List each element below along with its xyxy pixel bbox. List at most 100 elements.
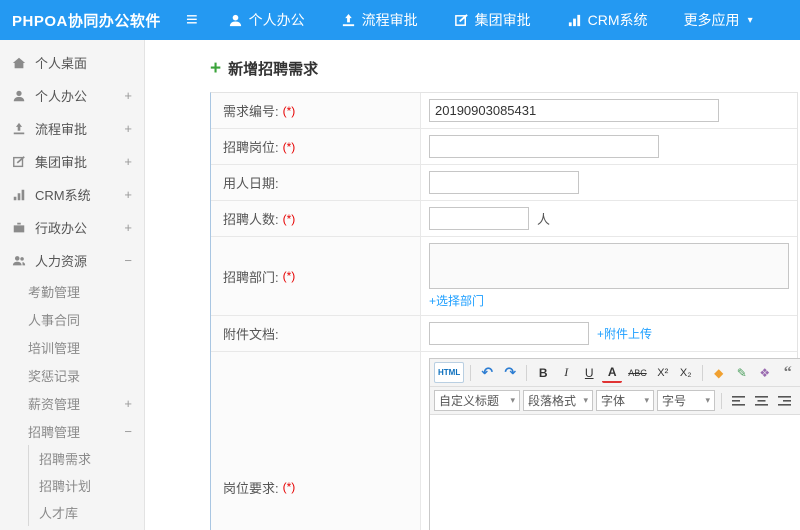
toolbar-separator <box>701 364 703 381</box>
chevron-down-icon: ▾ <box>705 395 710 405</box>
editor-content-area[interactable] <box>430 415 800 530</box>
align-center-icon <box>754 395 768 406</box>
source-code-button[interactable]: HTML <box>434 362 465 383</box>
format-brush-button[interactable]: ✎ <box>732 362 752 383</box>
subscript-button[interactable]: X₂ <box>676 362 696 383</box>
align-left-icon <box>731 395 745 406</box>
form-row-attachment: 附件文档: +附件上传 <box>211 316 797 352</box>
add-icon: + <box>210 57 222 79</box>
department-textarea[interactable] <box>429 243 789 289</box>
app-title: PHPOA协同办公软件 <box>12 12 161 30</box>
redo-button[interactable]: ↷ <box>500 362 520 383</box>
field-label: 用人日期: <box>223 176 279 191</box>
sidebar-item-attendance[interactable]: 考勤管理 <box>0 277 144 305</box>
font-size-select[interactable]: 字号 ▾ <box>657 390 715 411</box>
sidebar-item-rewards[interactable]: 奖惩记录 <box>0 361 144 389</box>
person-icon <box>228 13 243 28</box>
strikethrough-button[interactable]: ABC <box>625 362 650 383</box>
nav-group-approval[interactable]: 集团审批 <box>454 10 531 30</box>
collapse-icon[interactable]: − <box>124 253 132 268</box>
required-mark: (*) <box>282 269 296 283</box>
toolbar-separator <box>721 392 722 409</box>
nav-crm-system[interactable]: CRM系统 <box>567 10 648 30</box>
font-family-select[interactable]: 字体 ▾ <box>596 390 654 411</box>
collapse-icon[interactable]: − <box>124 424 132 439</box>
sidebar-item-recruit-plan[interactable]: 招聘计划 <box>29 472 144 499</box>
expand-icon[interactable]: + <box>124 154 132 169</box>
bold-button[interactable]: B <box>533 362 553 383</box>
upload-tray-icon <box>12 122 26 136</box>
sidebar: 个人桌面 个人办公 + 流程审批 + 集团审批 + CRM系统 + 行政办公 +… <box>0 40 145 530</box>
sidebar-item-training[interactable]: 培训管理 <box>0 333 144 361</box>
headcount-input[interactable] <box>429 207 529 230</box>
chevron-down-icon: ▾ <box>644 395 649 405</box>
sidebar-item-recruit-need[interactable]: 招聘需求 <box>29 445 144 472</box>
field-label: 岗位要求: <box>223 480 279 496</box>
sidebar-item-personal-office[interactable]: 个人办公 + <box>0 79 144 112</box>
sidebar-item-talent-pool[interactable]: 人才库 <box>29 499 144 526</box>
demand-no-input[interactable] <box>429 99 719 122</box>
chevron-down-icon: ▾ <box>747 14 753 26</box>
menu-toggle-icon[interactable]: ≡ <box>186 10 198 30</box>
form-row-headcount: 招聘人数: (*) 人 <box>211 201 797 237</box>
italic-button[interactable]: I <box>556 362 576 383</box>
attachment-input[interactable] <box>429 322 589 345</box>
chevron-down-icon: ▾ <box>583 395 588 405</box>
field-label: 招聘岗位: <box>223 140 279 155</box>
expand-icon[interactable]: + <box>124 220 132 235</box>
sidebar-item-workflow-approval[interactable]: 流程审批 + <box>0 112 144 145</box>
toolbar-separator <box>470 364 472 381</box>
blockquote-button[interactable]: “ <box>778 362 798 383</box>
sidebar-item-crm[interactable]: CRM系统 + <box>0 178 144 211</box>
nav-personal-office[interactable]: 个人办公 <box>228 10 305 30</box>
field-label: 招聘部门: <box>223 269 279 285</box>
upload-tray-icon <box>341 13 356 28</box>
sidebar-item-desktop[interactable]: 个人桌面 <box>0 46 144 79</box>
required-mark: (*) <box>282 211 296 226</box>
font-color-button[interactable]: A <box>602 362 623 383</box>
nav-more-apps[interactable]: 更多应用 ▾ <box>684 10 753 30</box>
custom-heading-select[interactable]: 自定义标题 ▾ <box>434 390 520 411</box>
hire-date-input[interactable] <box>429 171 579 194</box>
sidebar-item-group-approval[interactable]: 集团审批 + <box>0 145 144 178</box>
nav-workflow-approval[interactable]: 流程审批 <box>341 10 418 30</box>
expand-icon[interactable]: + <box>124 88 132 103</box>
superscript-button[interactable]: X² <box>653 362 673 383</box>
sidebar-item-admin-office[interactable]: 行政办公 + <box>0 211 144 244</box>
align-left-button[interactable] <box>728 390 748 411</box>
home-icon <box>12 56 26 70</box>
field-label: 附件文档: <box>223 327 279 342</box>
sidebar-item-recruit-mgmt[interactable]: 招聘管理 − <box>0 417 144 445</box>
sidebar-item-hr-contract[interactable]: 人事合同 <box>0 305 144 333</box>
sidebar-item-salary[interactable]: 薪资管理 + <box>0 389 144 417</box>
palette-button[interactable]: ❖ <box>755 362 775 383</box>
required-mark: (*) <box>282 480 296 494</box>
editor-toolbar-row1: HTML ↶ ↷ B I U A ABC X² X₂ ◆ ✎ ❖ “ <box>430 359 800 387</box>
remove-format-button[interactable]: ◆ <box>709 362 729 383</box>
nav-label: CRM系统 <box>587 12 648 28</box>
bar-chart-icon <box>12 188 26 202</box>
required-mark: (*) <box>282 139 296 154</box>
select-department-link[interactable]: +选择部门 <box>429 292 484 309</box>
position-input[interactable] <box>429 135 659 158</box>
align-center-button[interactable] <box>751 390 771 411</box>
underline-button[interactable]: U <box>579 362 599 383</box>
recruit-submenu: 招聘需求 招聘计划 人才库 <box>28 445 144 526</box>
editor-toolbar-row2: 自定义标题 ▾ 段落格式 ▾ 字体 ▾ 字号 ▾ <box>430 387 800 415</box>
bar-chart-icon <box>567 13 582 28</box>
required-mark: (*) <box>282 103 296 118</box>
paragraph-format-select[interactable]: 段落格式 ▾ <box>523 390 593 411</box>
attachment-upload-link[interactable]: +附件上传 <box>597 325 652 342</box>
briefcase-icon <box>12 221 26 235</box>
field-label: 招聘人数: <box>223 212 279 227</box>
sidebar-item-hr[interactable]: 人力资源 − <box>0 244 144 277</box>
edit-icon <box>12 155 26 169</box>
page-title-text: 新增招聘需求 <box>228 60 319 78</box>
chevron-down-icon: ▾ <box>510 395 515 405</box>
recruit-need-form: 需求编号: (*) 招聘岗位: (*) 用人日期: <box>210 92 800 530</box>
expand-icon[interactable]: + <box>124 121 132 136</box>
undo-button[interactable]: ↶ <box>477 362 497 383</box>
expand-icon[interactable]: + <box>124 187 132 202</box>
align-right-button[interactable] <box>774 390 794 411</box>
expand-icon[interactable]: + <box>124 396 132 411</box>
